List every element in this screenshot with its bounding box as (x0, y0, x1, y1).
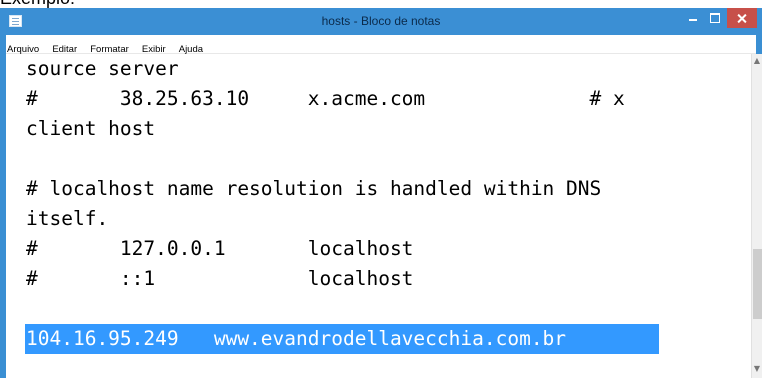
maximize-button[interactable] (704, 8, 726, 28)
chevron-up-icon[interactable]: ▲ (752, 54, 762, 68)
notepad-window: hosts - Bloco de notas Arquivo Editar Fo… (0, 8, 762, 378)
text-editor[interactable]: source server # 38.25.63.10 x.acme.com #… (6, 54, 751, 378)
editor-line-selected: 104.16.95.249 www.evandrodellavecchia.co… (26, 327, 567, 350)
editor-line: # ::1 localhost (26, 267, 414, 290)
title-bar[interactable]: hosts - Bloco de notas (0, 8, 762, 35)
page-caption: Exemplo: (0, 0, 762, 8)
menu-bar: Arquivo Editar Formatar Exibir Ajuda (6, 35, 756, 55)
editor-line: itself. (26, 207, 109, 230)
window-title: hosts - Bloco de notas (321, 14, 441, 28)
chevron-down-icon[interactable]: ▼ (752, 362, 762, 376)
editor-line: # localhost name resolution is handled w… (26, 177, 602, 200)
editor-line: client host (26, 117, 156, 140)
close-button[interactable] (727, 8, 757, 28)
editor-line: # 38.25.63.10 x.acme.com # x (26, 87, 625, 110)
minimize-button[interactable] (682, 8, 704, 28)
vertical-scrollbar[interactable]: ▲ ▼ (751, 54, 762, 378)
scroll-thumb[interactable] (753, 249, 762, 319)
editor-line: # 127.0.0.1 localhost (26, 237, 414, 260)
editor-line: source server (26, 57, 179, 80)
